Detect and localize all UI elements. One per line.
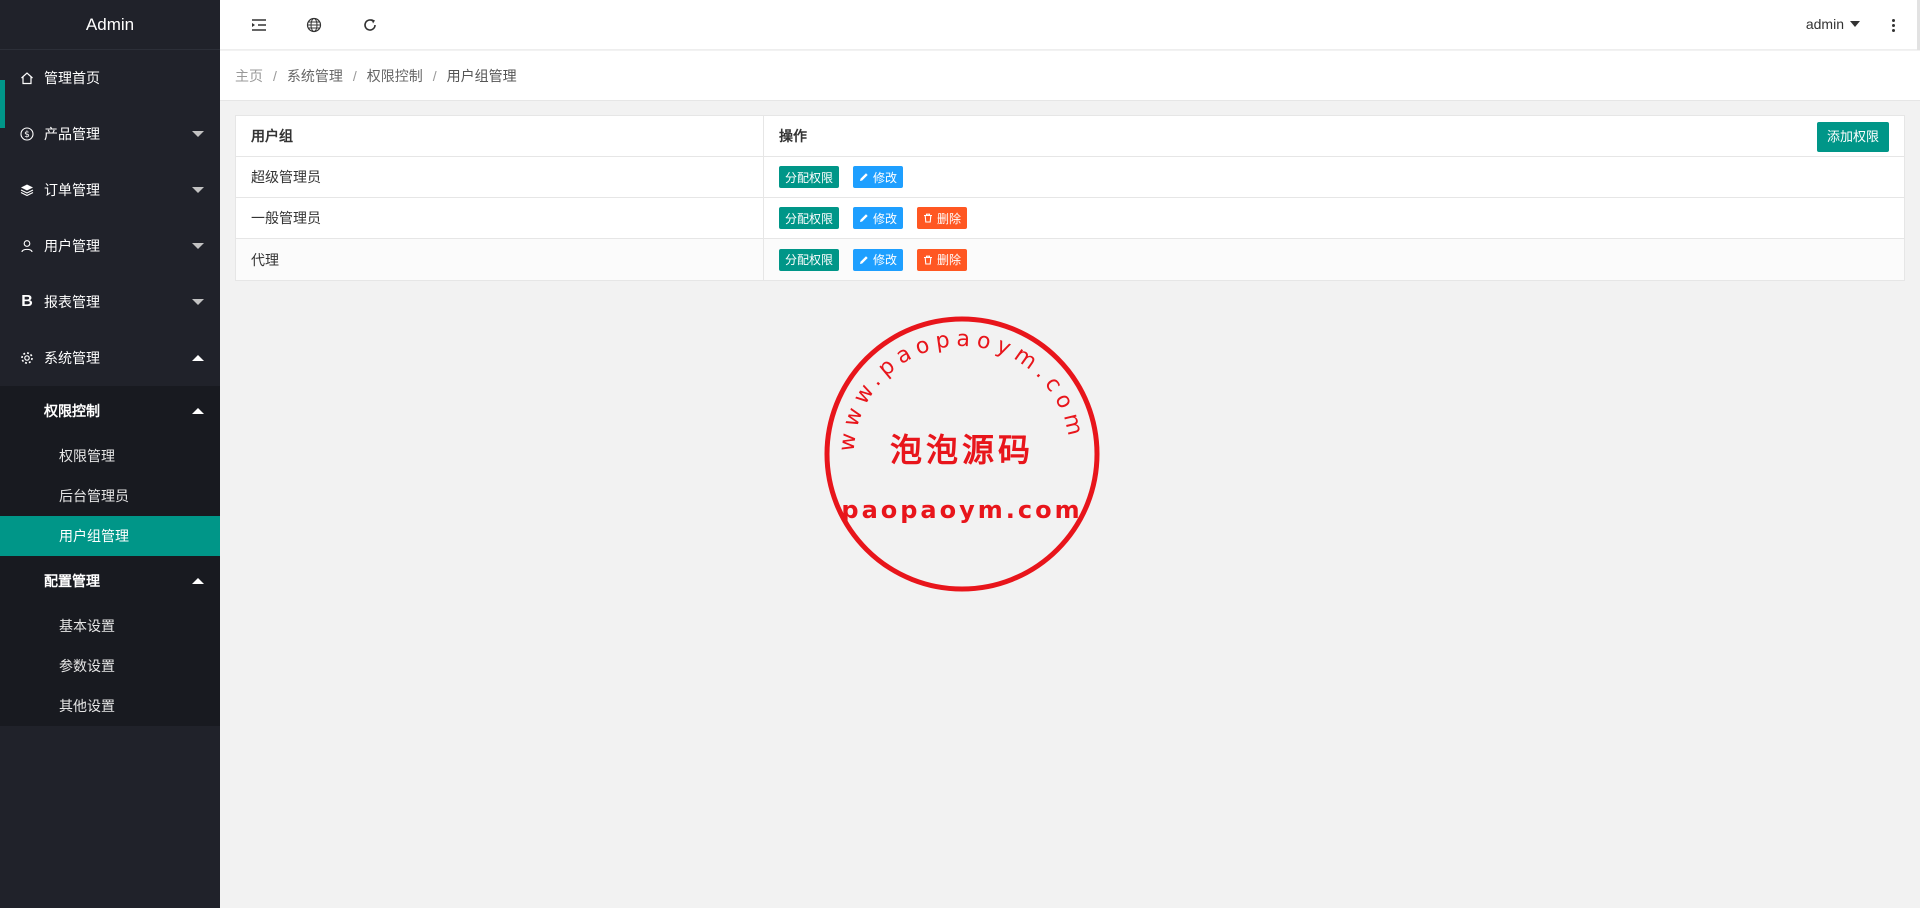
user-menu[interactable]: admin	[1806, 16, 1860, 32]
watermark-stamp: www.paopaoym.com 泡泡源码 paopaoym.com	[824, 316, 1100, 592]
chevron-down-icon	[192, 187, 204, 193]
sidebar-group-permission[interactable]: 权限控制	[0, 386, 220, 436]
sidebar-item-label: 用户管理	[44, 238, 100, 254]
group-name: 一般管理员	[236, 198, 764, 238]
dot	[1891, 28, 1895, 32]
delete-button[interactable]: 删除	[917, 248, 968, 271]
bold-b-icon: B	[21, 293, 33, 310]
group-name: 超级管理员	[236, 157, 764, 197]
column-header-label: 操作	[779, 128, 807, 144]
edit-button[interactable]: 修改	[853, 207, 904, 229]
dot	[1891, 18, 1895, 22]
dot	[1891, 23, 1895, 27]
edit-button[interactable]: 修改	[853, 248, 904, 271]
indent-icon	[252, 19, 266, 31]
sidebar-group-label: 权限控制	[44, 403, 100, 419]
sidebar-item-orders[interactable]: 订单管理	[0, 162, 220, 218]
table-row: 一般管理员 分配权限 修改 删除	[236, 198, 1904, 239]
sidebar-item-label: 系统管理	[44, 350, 100, 366]
row-actions: 分配权限 修改 删除	[764, 239, 1904, 280]
pencil-icon	[859, 255, 869, 265]
svg-text:$: $	[24, 130, 30, 140]
sidebar: Admin 管理首页 $ 产品管理 订单管理 用户管理 B 报表管理 系统管理 …	[0, 0, 220, 908]
gear-icon	[20, 351, 34, 365]
top-header: admin	[220, 0, 1920, 50]
collapse-sidebar-button[interactable]	[248, 14, 270, 36]
sidebar-item-admins[interactable]: 后台管理员	[0, 476, 220, 516]
layers-icon	[20, 183, 34, 197]
table-row: 超级管理员 分配权限 修改	[236, 157, 1904, 198]
edit-button[interactable]: 修改	[853, 166, 904, 188]
row-actions: 分配权限 修改	[764, 157, 1904, 197]
sidebar-item-param-settings[interactable]: 参数设置	[0, 646, 220, 686]
delete-label: 删除	[937, 253, 962, 267]
sidebar-group-config[interactable]: 配置管理	[0, 556, 220, 606]
trash-icon	[923, 255, 933, 265]
sidebar-item-home[interactable]: 管理首页	[0, 50, 220, 128]
user-icon	[20, 239, 34, 253]
breadcrumb-system[interactable]: 系统管理	[287, 66, 343, 86]
sidebar-item-usergroups[interactable]: 用户组管理	[0, 516, 220, 556]
breadcrumb-permission[interactable]: 权限控制	[367, 66, 423, 86]
row-actions: 分配权限 修改 删除	[764, 198, 1904, 238]
table-header-row: 用户组 操作 添加权限	[236, 116, 1904, 157]
chevron-down-icon	[192, 131, 204, 137]
breadcrumb-home[interactable]: 主页	[235, 66, 263, 86]
sidebar-item-basic-settings[interactable]: 基本设置	[0, 606, 220, 646]
caret-down-icon	[1850, 21, 1860, 27]
chevron-up-icon	[192, 355, 204, 361]
chevron-up-icon	[192, 578, 204, 584]
dollar-circle-icon: $	[20, 127, 34, 141]
delete-label: 删除	[937, 211, 962, 226]
sidebar-item-products[interactable]: $ 产品管理	[0, 106, 220, 162]
trash-icon	[923, 213, 933, 223]
sidebar-item-users[interactable]: 用户管理	[0, 218, 220, 274]
table-row: 代理 分配权限 修改 删除	[236, 239, 1904, 280]
assign-permission-button[interactable]: 分配权限	[779, 166, 840, 188]
edit-label: 修改	[873, 211, 898, 226]
sidebar-item-label: 报表管理	[44, 294, 100, 310]
column-header-actions: 操作 添加权限	[764, 116, 1904, 156]
stamp-center-text: 泡泡源码	[890, 431, 1034, 469]
chevron-up-icon	[192, 408, 204, 414]
breadcrumb-current: 用户组管理	[446, 67, 517, 84]
sidebar-submenu: 权限控制 权限管理 后台管理员 用户组管理 配置管理 基本设置 参数设置 其他设…	[0, 386, 220, 726]
refresh-button[interactable]	[359, 14, 381, 36]
usergroup-table: 用户组 操作 添加权限 超级管理员 分配权限 修改 一般管理员 分配权限 修改 …	[235, 115, 1905, 281]
delete-button[interactable]: 删除	[917, 207, 968, 229]
sidebar-item-system[interactable]: 系统管理	[0, 330, 220, 386]
edit-label: 修改	[873, 253, 898, 267]
more-options-button[interactable]	[1888, 14, 1898, 36]
breadcrumb: 主页 / 系统管理 / 权限控制 / 用户组管理	[220, 51, 1920, 101]
assign-permission-button[interactable]: 分配权限	[779, 248, 840, 271]
website-button[interactable]	[303, 14, 325, 36]
pencil-icon	[859, 172, 869, 182]
app-logo[interactable]: Admin	[0, 0, 220, 50]
sidebar-item-other-settings[interactable]: 其他设置	[0, 686, 220, 726]
sidebar-item-permission-manage[interactable]: 权限管理	[0, 436, 220, 476]
sidebar-item-label: 订单管理	[44, 182, 100, 198]
sidebar-item-label: 管理首页	[44, 70, 100, 86]
sidebar-group-label: 配置管理	[44, 573, 100, 589]
chevron-down-icon	[192, 299, 204, 305]
breadcrumb-separator: /	[432, 67, 437, 84]
edit-label: 修改	[873, 170, 898, 185]
home-icon	[20, 71, 34, 85]
column-header-group: 用户组	[236, 116, 764, 156]
globe-icon	[306, 17, 322, 33]
add-permission-button[interactable]: 添加权限	[1816, 122, 1889, 152]
breadcrumb-separator: /	[273, 67, 277, 84]
assign-permission-button[interactable]: 分配权限	[779, 207, 840, 229]
sidebar-item-label: 产品管理	[44, 126, 100, 142]
breadcrumb-separator: /	[352, 67, 357, 84]
stamp-bottom-text: paopaoym.com	[841, 496, 1082, 524]
sidebar-item-reports[interactable]: B 报表管理	[0, 274, 220, 330]
group-name: 代理	[236, 239, 764, 280]
chevron-down-icon	[192, 243, 204, 249]
pencil-icon	[859, 213, 869, 223]
username: admin	[1805, 16, 1844, 32]
refresh-icon	[364, 19, 376, 31]
